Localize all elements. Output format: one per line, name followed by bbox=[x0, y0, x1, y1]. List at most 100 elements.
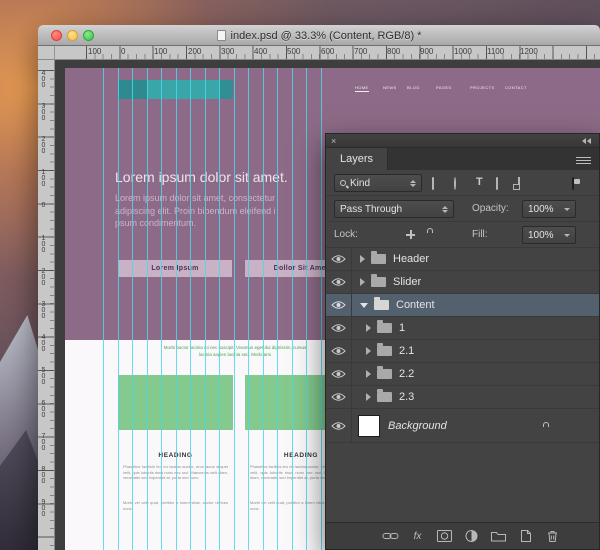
new-layer-icon[interactable] bbox=[517, 529, 534, 544]
link-layers-icon[interactable] bbox=[382, 529, 399, 544]
layer-name[interactable]: 2.2 bbox=[399, 368, 414, 380]
new-group-icon[interactable] bbox=[490, 529, 507, 544]
eye-icon bbox=[331, 392, 346, 402]
panel-close-icon[interactable]: × bbox=[331, 135, 336, 147]
design-nav-item: BLOG bbox=[407, 85, 420, 90]
disclosure-triangle-icon[interactable] bbox=[360, 278, 365, 286]
visibility-toggle[interactable] bbox=[326, 248, 352, 270]
search-icon bbox=[340, 180, 346, 186]
disclosure-triangle-icon[interactable] bbox=[360, 255, 365, 263]
visibility-toggle[interactable] bbox=[326, 317, 352, 339]
visibility-toggle[interactable] bbox=[326, 340, 352, 362]
visibility-toggle[interactable] bbox=[326, 271, 352, 293]
chevron-down-icon bbox=[564, 208, 570, 211]
guide-line[interactable] bbox=[248, 68, 249, 550]
disclosure-triangle-icon[interactable] bbox=[366, 324, 371, 332]
panel-drag-strip[interactable]: × bbox=[326, 134, 599, 148]
window-title-wrap: index.psd @ 33.3% (Content, RGB/8) * bbox=[38, 25, 600, 46]
group-folder-icon bbox=[371, 254, 386, 264]
lock-row: Lock: Fill: 100% bbox=[326, 222, 599, 248]
panel-footer-toolbar: fx bbox=[326, 522, 599, 549]
tab-layers[interactable]: Layers bbox=[326, 148, 388, 170]
filter-pixel-layers-icon[interactable] bbox=[432, 177, 434, 190]
layer-list: Header Slider Content bbox=[326, 248, 599, 522]
guide-line[interactable] bbox=[161, 68, 162, 550]
eye-icon bbox=[331, 300, 346, 310]
eye-icon bbox=[331, 421, 346, 431]
layer-row-2-3[interactable]: 2.3 bbox=[326, 386, 599, 409]
layer-name[interactable]: Slider bbox=[393, 276, 421, 288]
disclosure-triangle-icon[interactable] bbox=[366, 370, 371, 378]
guide-line[interactable] bbox=[263, 68, 264, 550]
collapse-panel-icon[interactable] bbox=[582, 138, 591, 144]
layer-name[interactable]: Header bbox=[393, 253, 429, 265]
document-proxy-icon bbox=[217, 30, 226, 41]
lock-label: Lock: bbox=[334, 229, 358, 240]
disclosure-triangle-expanded-icon[interactable] bbox=[360, 303, 368, 308]
filtering-toggle[interactable] bbox=[572, 177, 574, 190]
vertical-ruler[interactable]: 400 300 200 100 0 100 200 300 400 500 60… bbox=[38, 60, 55, 550]
guide-line[interactable] bbox=[103, 68, 104, 550]
ruler-label: 900 bbox=[40, 499, 47, 517]
layer-name[interactable]: Background bbox=[388, 420, 447, 432]
guide-line[interactable] bbox=[234, 68, 235, 550]
guide-line[interactable] bbox=[306, 68, 307, 550]
layer-name[interactable]: 2.3 bbox=[399, 391, 414, 403]
ruler-label: 900 bbox=[420, 47, 433, 56]
visibility-toggle[interactable] bbox=[326, 294, 352, 316]
guide-line[interactable] bbox=[205, 68, 206, 550]
delete-layer-trash-icon[interactable] bbox=[544, 529, 561, 544]
filter-kind-dropdown[interactable]: Kind bbox=[334, 174, 422, 192]
layer-row-slider[interactable]: Slider bbox=[326, 271, 599, 294]
filter-smart-objects-icon[interactable] bbox=[518, 177, 520, 190]
design-nav-item: NEWS bbox=[383, 85, 397, 90]
layer-thumbnail[interactable] bbox=[358, 415, 380, 437]
layer-row-content-selected[interactable]: Content bbox=[326, 294, 599, 317]
visibility-toggle[interactable] bbox=[326, 409, 352, 442]
ruler-label: 800 bbox=[387, 47, 400, 56]
guide-line[interactable] bbox=[219, 68, 220, 550]
visibility-toggle[interactable] bbox=[326, 363, 352, 385]
guide-line[interactable] bbox=[292, 68, 293, 550]
disclosure-triangle-icon[interactable] bbox=[366, 393, 371, 401]
panel-menu-icon[interactable] bbox=[576, 155, 591, 164]
guide-line[interactable] bbox=[321, 68, 322, 550]
new-adjustment-layer-icon[interactable] bbox=[463, 529, 480, 544]
guide-line[interactable] bbox=[277, 68, 278, 550]
filter-adjustment-layers-icon[interactable] bbox=[454, 177, 456, 190]
layer-name[interactable]: 2.1 bbox=[399, 345, 414, 357]
window-titlebar[interactable]: index.psd @ 33.3% (Content, RGB/8) * bbox=[38, 25, 600, 46]
opacity-dropdown[interactable]: 100% bbox=[522, 200, 576, 218]
add-layer-mask-icon[interactable] bbox=[436, 529, 453, 544]
fill-value: 100% bbox=[528, 230, 554, 241]
group-folder-icon bbox=[377, 323, 392, 333]
guide-line[interactable] bbox=[118, 68, 119, 550]
filter-shape-layers-icon[interactable] bbox=[496, 177, 498, 190]
layer-row-2-1[interactable]: 2.1 bbox=[326, 340, 599, 363]
ruler-label: 200 bbox=[40, 136, 47, 154]
layer-row-2-2[interactable]: 2.2 bbox=[326, 363, 599, 386]
guide-line[interactable] bbox=[190, 68, 191, 550]
fill-dropdown[interactable]: 100% bbox=[522, 226, 576, 244]
ruler-label: 400 bbox=[40, 334, 47, 352]
guide-line[interactable] bbox=[132, 68, 133, 550]
layer-row-background[interactable]: Background bbox=[326, 409, 599, 443]
blend-mode-dropdown[interactable]: Pass Through bbox=[334, 200, 454, 218]
guide-line[interactable] bbox=[176, 68, 177, 550]
layer-style-fx-icon[interactable]: fx bbox=[409, 529, 426, 544]
filter-type-layers-icon[interactable]: T bbox=[476, 176, 483, 188]
layer-row-1[interactable]: 1 bbox=[326, 317, 599, 340]
group-folder-icon bbox=[371, 277, 386, 287]
guide-line[interactable] bbox=[147, 68, 148, 550]
horizontal-ruler[interactable]: 100 0 100 200 300 400 500 600 700 800 90… bbox=[55, 46, 600, 60]
layer-name[interactable]: Content bbox=[396, 299, 435, 311]
eye-icon bbox=[331, 277, 346, 287]
design-nav-item: CONTACT bbox=[505, 85, 527, 90]
disclosure-triangle-icon[interactable] bbox=[366, 347, 371, 355]
design-heading: Lorem ipsum dolor sit amet. bbox=[115, 169, 288, 185]
ruler-corner[interactable] bbox=[38, 46, 55, 60]
visibility-toggle[interactable] bbox=[326, 386, 352, 408]
eye-icon bbox=[331, 346, 346, 356]
layer-name[interactable]: 1 bbox=[399, 322, 405, 334]
layer-row-header[interactable]: Header bbox=[326, 248, 599, 271]
